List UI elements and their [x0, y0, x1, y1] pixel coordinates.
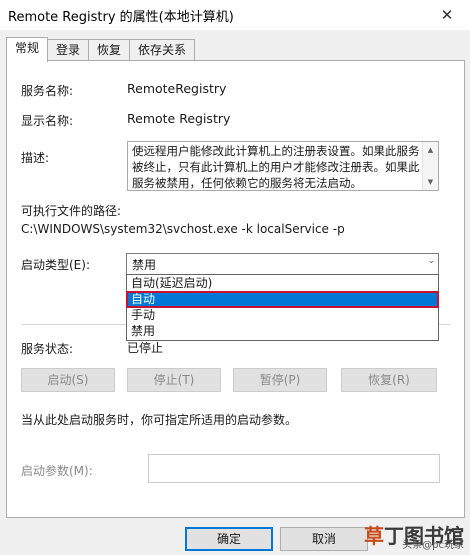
stop-button[interactable]: 停止(T) [127, 368, 221, 392]
tab-recovery[interactable]: 恢复 [88, 39, 131, 61]
start-button[interactable]: 启动(S) [21, 368, 115, 392]
service-status-value: 已停止 [127, 341, 164, 355]
general-panel: 服务名称: RemoteRegistry 显示名称: Remote Regist… [6, 60, 465, 518]
watermark-sub: 头条@pc玩家 [402, 540, 464, 551]
watermark-char-1: 草 [364, 524, 384, 548]
close-icon: ✕ [440, 6, 454, 24]
service-status-label: 服务状态: [21, 342, 74, 356]
title-bar: Remote Registry 的属性(本地计算机) ✕ [0, 0, 470, 30]
option-manual[interactable]: 手动 [127, 308, 438, 323]
resume-button[interactable]: 恢复(R) [341, 368, 437, 392]
tab-general[interactable]: 常规 [6, 37, 49, 62]
close-button[interactable]: ✕ [424, 0, 470, 30]
watermark: 草 丁 图书馆 头条@pc玩家 [364, 520, 464, 551]
option-auto-delayed[interactable]: 自动(延迟启动) [127, 276, 438, 291]
display-name-value: Remote Registry [127, 111, 231, 126]
properties-window: Remote Registry 的属性(本地计算机) ✕ 常规 登录 恢复 依存… [0, 0, 470, 555]
option-disabled[interactable]: 禁用 [127, 324, 438, 339]
tab-strip: 常规 登录 恢复 依存关系 [6, 37, 196, 62]
service-name-label: 服务名称: [21, 84, 74, 98]
exe-path-value: C:\WINDOWS\system32\svchost.exe -k local… [21, 222, 345, 236]
description-text: 使远程用户能修改此计算机上的注册表设置。如果此服务被终止，只有此计算机上的用户才… [132, 144, 420, 190]
startup-type-current: 禁用 [132, 258, 157, 272]
pause-button[interactable]: 暂停(P) [233, 368, 327, 392]
tab-dependencies[interactable]: 依存关系 [129, 39, 196, 61]
scroll-up-icon[interactable]: ▲ [423, 143, 438, 157]
startup-params-hint: 当从此处启动服务时，你可指定所适用的启动参数。 [21, 413, 298, 427]
ok-button[interactable]: 确定 [185, 527, 273, 551]
exe-path-label: 可执行文件的路径: [21, 204, 122, 218]
startup-type-label: 启动类型(E): [21, 258, 90, 272]
startup-type-select[interactable]: 禁用 ⌄ [126, 253, 439, 275]
description-box[interactable]: 使远程用户能修改此计算机上的注册表设置。如果此服务被终止，只有此计算机上的用户才… [127, 141, 439, 191]
service-name-value: RemoteRegistry [127, 81, 227, 96]
description-scrollbar[interactable]: ▲ ▼ [422, 142, 438, 190]
display-name-label: 显示名称: [21, 114, 74, 128]
startup-params-label: 启动参数(M): [21, 464, 93, 478]
tab-logon[interactable]: 登录 [47, 39, 90, 61]
description-label: 描述: [21, 151, 50, 165]
window-title: Remote Registry 的属性(本地计算机) [8, 10, 234, 25]
cancel-button[interactable]: 取消 [280, 527, 368, 551]
startup-params-input[interactable] [148, 454, 440, 483]
scroll-down-icon[interactable]: ▼ [423, 175, 438, 189]
watermark-char-2: 丁 [384, 524, 404, 548]
option-auto[interactable]: 自动 [126, 291, 439, 308]
startup-type-dropdown: 自动(延迟启动) 自动 手动 禁用 [126, 274, 439, 341]
chevron-down-icon: ⌄ [427, 256, 435, 266]
